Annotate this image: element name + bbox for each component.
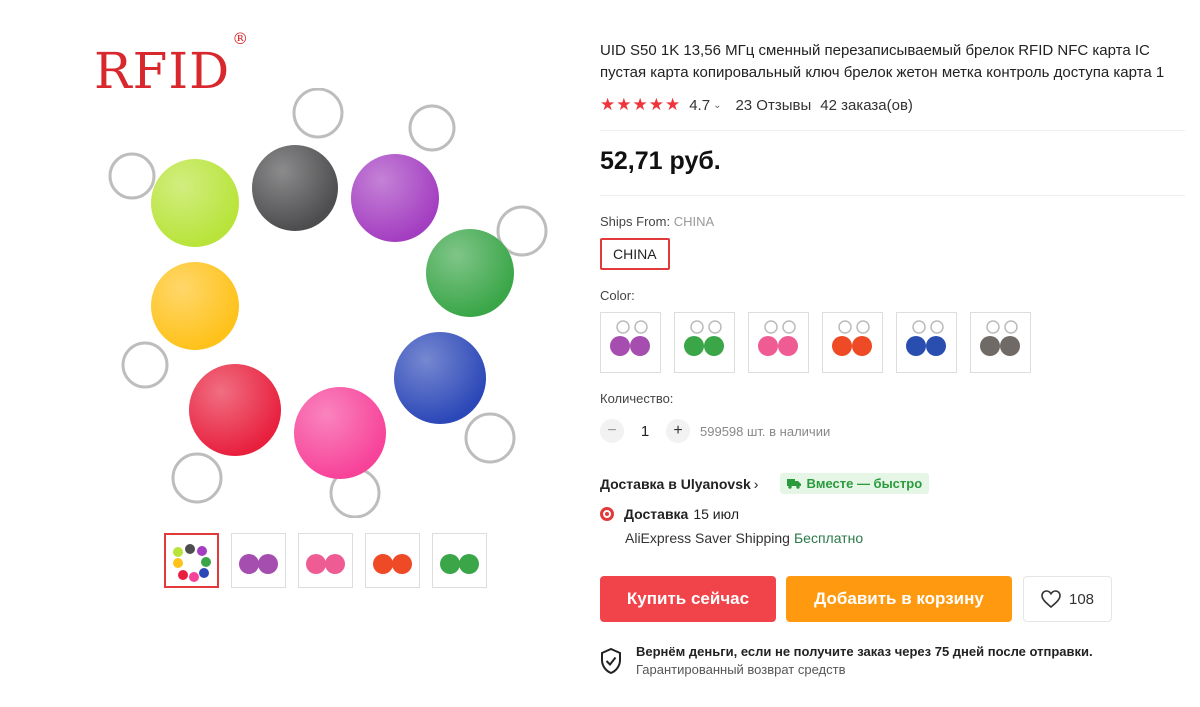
quantity-label: Количество: — [600, 391, 674, 406]
stock-count: 599598 шт. в наличии — [700, 423, 831, 439]
shipping-service: AliExpress Saver Shipping Бесплатно — [625, 530, 864, 546]
keyfob-green — [426, 229, 514, 317]
add-to-cart-button[interactable]: Добавить в корзину — [786, 576, 1012, 622]
heart-icon — [1041, 590, 1061, 608]
delivery-date: 15 июл — [693, 506, 739, 522]
delivery-badge: Вместе — быстро — [780, 473, 930, 494]
thumbnail-2[interactable] — [231, 533, 286, 588]
buy-now-button[interactable]: Купить сейчас — [600, 576, 776, 622]
product-title: UID S50 1K 13,56 МГц сменный перезаписыв… — [600, 42, 1165, 81]
thumbnail-4[interactable] — [365, 533, 420, 588]
color-swatch-green[interactable] — [674, 312, 735, 373]
color-swatches — [600, 312, 1185, 373]
rating-row: ★★★★★ 4.7 ⌄ 23 Отзывы 42 заказа(ов) — [600, 94, 1185, 116]
keyfob-blue — [394, 332, 486, 424]
thumbnail-strip — [164, 533, 487, 588]
main-product-image[interactable] — [90, 88, 550, 518]
delivery-option[interactable]: Доставка 15 июл — [600, 506, 1185, 522]
purchase-actions: Купить сейчас Добавить в корзину 108 — [600, 576, 1185, 622]
quantity-decrease-button[interactable]: − — [600, 419, 624, 443]
shipping-cost: Бесплатно — [793, 530, 864, 546]
truck-icon — [787, 479, 802, 489]
keyfob-gray — [252, 145, 338, 231]
keyfob-pink — [294, 387, 386, 479]
wishlist-count: 108 — [1068, 590, 1095, 608]
ships-from-option-china[interactable]: CHINA — [600, 238, 670, 270]
guarantee-title: Вернём деньги, если не получите заказ че… — [636, 644, 1093, 659]
keyfob-purple — [351, 154, 439, 242]
color-swatch-blue[interactable] — [896, 312, 957, 373]
ships-from-label: Ships From: CHINA — [600, 214, 715, 229]
keyfob-yellowgreen — [151, 159, 239, 247]
product-info: UID S50 1K 13,56 МГц сменный перезаписыв… — [600, 40, 1185, 677]
divider — [600, 195, 1185, 196]
guarantee-subtitle: Гарантированный возврат средств — [636, 662, 846, 677]
quantity-value[interactable]: 1 — [624, 423, 666, 440]
delivery-destination[interactable]: Доставка в Ulyanovsk › Вместе — быстро — [600, 473, 1185, 494]
color-swatch-red[interactable] — [822, 312, 883, 373]
price: 52,71 руб. — [600, 147, 721, 175]
shield-check-icon — [601, 648, 621, 674]
quantity-stepper: − 1 + 599598 шт. в наличии — [600, 419, 1185, 443]
color-label: Color: — [600, 288, 635, 303]
quantity-increase-button[interactable]: + — [666, 419, 690, 443]
keyfob-yellow — [151, 262, 239, 350]
color-swatch-gray[interactable] — [970, 312, 1031, 373]
thumbnail-1[interactable] — [164, 533, 219, 588]
chevron-right-icon: › — [753, 475, 759, 492]
rating-stars: ★★★★★ — [600, 95, 682, 114]
color-swatch-purple[interactable] — [600, 312, 661, 373]
product-gallery: RFID® — [90, 29, 550, 600]
keyfob-red — [189, 364, 281, 456]
divider — [600, 130, 1185, 131]
chevron-down-icon[interactable]: ⌄ — [713, 100, 721, 111]
buyer-protection: Вернём деньги, если не получите заказ че… — [600, 644, 1185, 677]
cropped-top-text — [300, 0, 560, 2]
rating-value[interactable]: 4.7 — [689, 97, 710, 114]
orders-count: 42 заказа(ов) — [820, 96, 913, 114]
radio-selected-icon[interactable] — [600, 507, 614, 521]
color-swatch-pink[interactable] — [748, 312, 809, 373]
reviews-link[interactable]: 23 Отзывы — [735, 97, 811, 114]
wishlist-button[interactable]: 108 — [1023, 576, 1112, 622]
thumbnail-5[interactable] — [432, 533, 487, 588]
thumbnail-3[interactable] — [298, 533, 353, 588]
